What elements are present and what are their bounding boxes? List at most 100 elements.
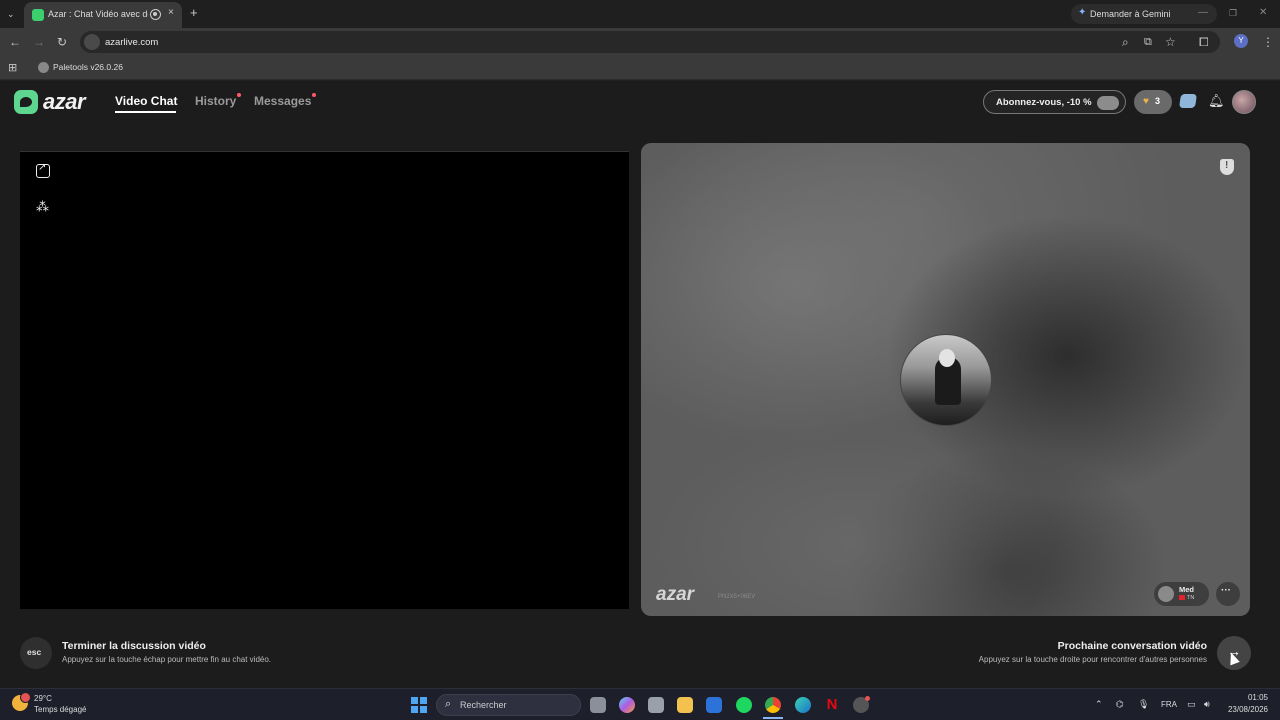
next-chat-subtitle: Appuyez sur la touche droite pour rencon…	[978, 655, 1207, 664]
weather-sun-icon	[12, 692, 31, 711]
spotify-icon[interactable]	[736, 697, 752, 713]
browser-toolbar: ← → ↻ azarlive.com ⌕ ⧉ ☆ ⧠ Y ⋮	[0, 28, 1280, 56]
tray-network-icon[interactable]: ⌬	[1116, 699, 1124, 710]
clock-date: 23/08/2026	[1227, 705, 1268, 714]
zoom-icon[interactable]: ⌕	[1122, 35, 1129, 49]
browser-tab-azar[interactable]: Azar : Chat Vidéo avec de n ×	[24, 2, 182, 28]
clock-time: 01:05	[1247, 693, 1268, 702]
azar-watermark: azar	[656, 584, 695, 605]
azar-app: azar Video Chat History Messages Abonnez…	[0, 81, 1280, 688]
nav-messages-label: Messages	[254, 94, 312, 108]
coin-count: 3	[1155, 96, 1161, 106]
magic-wand-icon[interactable]: ⁂	[36, 199, 49, 215]
netflix-icon[interactable]: N	[824, 697, 840, 713]
nav-history-label: History	[195, 94, 237, 108]
browser-tab-strip: ⌄ Azar : Chat Vidéo avec de n × + ✦ Dema…	[0, 0, 1280, 28]
copilot-icon[interactable]	[619, 697, 635, 713]
outlook-icon[interactable]	[706, 697, 722, 713]
settings-badge	[865, 696, 870, 701]
edge-icon[interactable]	[795, 697, 811, 713]
peer-country: TN	[1179, 595, 1194, 601]
peer-info-chip[interactable]: Med TN	[1154, 582, 1209, 606]
weather-temperature: 29°C	[34, 694, 52, 703]
reload-icon[interactable]: ↻	[57, 35, 67, 49]
gem-icon[interactable]	[1179, 94, 1197, 108]
install-app-icon[interactable]: ⧉	[1144, 35, 1152, 49]
bookmarks-bar: ⊞ Paletools v26.0.26	[0, 56, 1280, 80]
report-shield-icon[interactable]	[1220, 159, 1234, 175]
peer-profile-photo	[900, 334, 992, 426]
active-tab-underline	[115, 111, 176, 113]
recording-indicator-icon	[150, 9, 161, 20]
restore-window-button[interactable]: ❐	[1229, 6, 1237, 20]
site-info-icon[interactable]	[84, 34, 100, 50]
extensions-puzzle-icon[interactable]: ⧠	[1199, 35, 1209, 49]
end-chat-title: Terminer la discussion vidéo	[62, 640, 206, 652]
back-arrow-icon[interactable]: ←	[9, 35, 21, 49]
esc-key-label: esc	[27, 647, 42, 657]
browser-menu-icon[interactable]: ⋮	[1262, 35, 1274, 49]
weather-description: Temps dégagé	[34, 705, 87, 714]
tunisia-flag-icon	[1179, 595, 1185, 601]
minimize-window-button[interactable]: —	[1198, 6, 1208, 20]
taskbar-search-box[interactable]: ⌕ Rechercher	[436, 694, 581, 716]
gemini-label: Demander à Gemini	[1090, 9, 1171, 19]
user-avatar[interactable]	[1232, 90, 1256, 114]
chrome-active-indicator	[763, 717, 783, 719]
gemini-button[interactable]: ✦ Demander à Gemini	[1071, 4, 1217, 24]
azar-logo-icon	[14, 90, 38, 114]
windows-taskbar: 29°C Temps dégagé ⌕ Rechercher N ⌃ ⌬ 🎙︎ …	[0, 688, 1280, 720]
peer-country-code: TN	[1187, 595, 1195, 601]
profile-avatar[interactable]: Y	[1234, 34, 1248, 48]
nav-history[interactable]: History	[195, 93, 242, 108]
task-view-icon[interactable]	[590, 697, 606, 713]
tray-display-icon[interactable]: ▭	[1187, 699, 1196, 710]
close-window-button[interactable]: ✕	[1259, 6, 1267, 20]
new-tab-button[interactable]: +	[190, 6, 198, 20]
nav-video-chat[interactable]: Video Chat	[115, 94, 177, 108]
windows-start-icon[interactable]	[411, 697, 427, 713]
url-text: azarlive.com	[105, 37, 159, 48]
tab-search-chevron-icon[interactable]: ⌄	[7, 7, 15, 21]
next-chat-title: Prochaine conversation vidéo	[1057, 640, 1207, 652]
end-chat-subtitle: Appuyez sur la touche échap pour mettre …	[62, 655, 272, 664]
address-bar[interactable]: azarlive.com ⌕ ⧉ ☆	[80, 31, 1220, 53]
tray-volume-icon[interactable]: 🔊︎	[1204, 699, 1210, 710]
tab-close-button[interactable]: ×	[168, 7, 174, 18]
notification-bell-icon[interactable]: 🔔︎	[1208, 93, 1225, 109]
forward-arrow-icon[interactable]: →	[33, 35, 45, 49]
gemini-sparkle-icon: ✦	[1078, 7, 1087, 18]
chrome-icon[interactable]	[765, 697, 781, 713]
tray-language[interactable]: FRA	[1161, 700, 1177, 709]
peer-photo-head	[939, 349, 955, 367]
azar-logo-text: azar	[43, 89, 86, 114]
end-chat-esc-button[interactable]: esc	[20, 637, 52, 669]
peer-name: Med	[1179, 585, 1194, 594]
remote-video-panel: azar PN2X5+06EV Med TN	[641, 143, 1250, 616]
tray-chevron-up-icon[interactable]: ⌃	[1095, 699, 1103, 710]
tray-microphone-icon[interactable]: 🎙︎	[1138, 699, 1149, 710]
expand-icon[interactable]	[36, 162, 50, 178]
globe-icon	[38, 62, 49, 73]
file-explorer-icon[interactable]	[677, 697, 693, 713]
history-notification-dot	[237, 93, 242, 97]
search-icon: ⌕	[445, 698, 452, 710]
coins-button[interactable]: ♥ 3	[1134, 90, 1172, 114]
tab-title: Azar : Chat Vidéo avec de n	[48, 9, 148, 19]
bookmark-star-icon[interactable]: ☆	[1165, 35, 1176, 49]
nav-messages[interactable]: Messages	[254, 93, 317, 108]
messages-notification-dot	[312, 93, 317, 97]
store-icon[interactable]	[648, 697, 664, 713]
subscribe-label: Abonnez-vous, -10 %	[996, 97, 1092, 108]
apps-grid-icon[interactable]: ⊞	[8, 61, 17, 75]
session-id: PN2X5+06EV	[718, 594, 756, 600]
subscribe-button[interactable]: Abonnez-vous, -10 %	[983, 90, 1126, 114]
azar-favicon-icon	[32, 9, 44, 21]
coin-heart-icon: ♥	[1143, 96, 1149, 107]
peer-avatar	[1158, 586, 1174, 602]
local-video-panel: ⁂	[20, 151, 629, 609]
chat-bubble-icon[interactable]	[1216, 582, 1240, 606]
cloud-icon	[1097, 96, 1119, 110]
bookmark-paletools[interactable]: Paletools v26.0.26	[53, 62, 123, 72]
search-placeholder: Rechercher	[460, 700, 507, 710]
